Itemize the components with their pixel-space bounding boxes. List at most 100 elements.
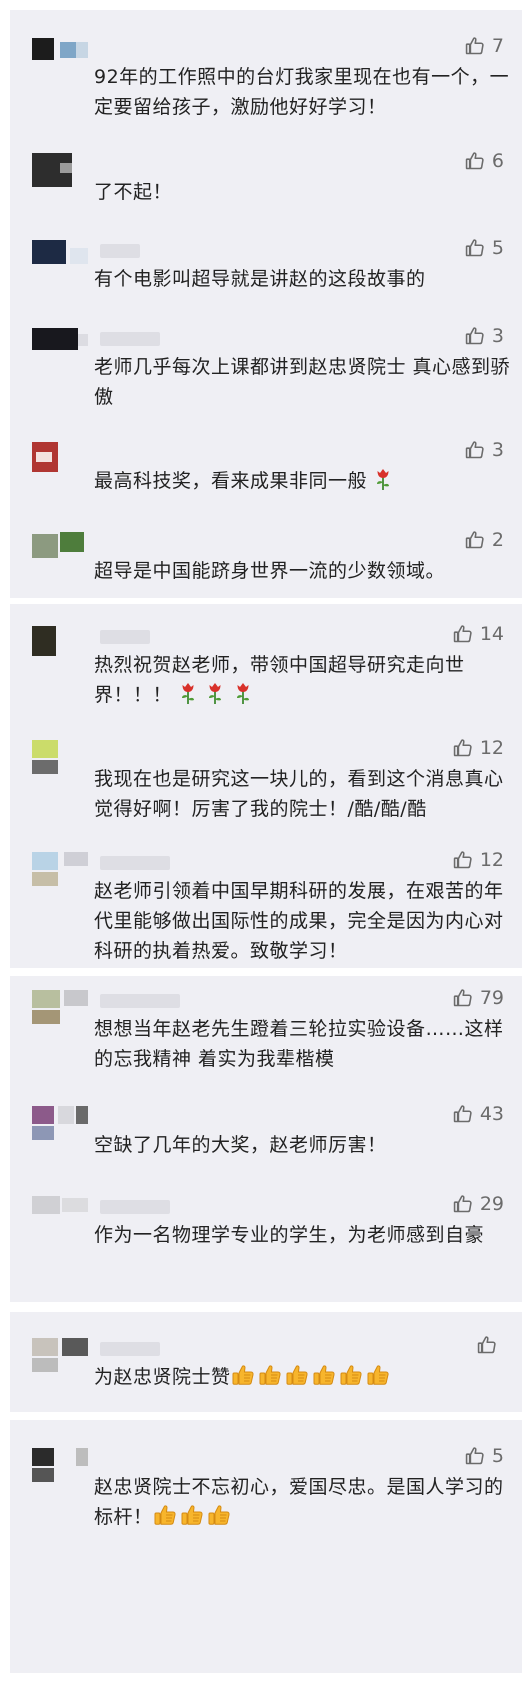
- rose-emoji: [234, 681, 252, 714]
- comment-body: 有个电影叫超导就是讲赵的这段故事的: [94, 268, 426, 290]
- comment-body: 92年的工作照中的台灯我家里现在也有一个，一定要留给孩子，激励他好好学习！: [94, 66, 510, 118]
- thumbs-up-icon: [452, 623, 474, 645]
- comment-text: 热烈祝贺赵老师，带领中国超导研究走向世界！！！: [94, 650, 512, 714]
- avatar[interactable]: [32, 153, 88, 187]
- avatar[interactable]: [32, 532, 88, 566]
- like-count: 6: [491, 150, 504, 172]
- rose-emoji: [374, 467, 392, 500]
- like-button[interactable]: 7: [464, 34, 504, 58]
- comment-text: 我现在也是研究这一块儿的，看到这个消息真心觉得好啊！厉害了我的院士！/酷/酷/酷: [94, 764, 512, 824]
- thumbs-up-emoji: [207, 1503, 231, 1536]
- comment-body: 我现在也是研究这一块儿的，看到这个消息真心觉得好啊！厉害了我的院士！/酷/酷/酷: [94, 768, 504, 820]
- thumbs-up-emoji: [153, 1503, 177, 1536]
- thumbs-up-icon: [464, 1445, 486, 1467]
- comment-group: 5 赵忠贤院士不忘初心，爱国尽忠。是国人学习的标杆！: [10, 1420, 522, 1673]
- comment-body: 最高科技奖，看来成果非同一般: [94, 470, 368, 492]
- thumbs-up-emoji: [231, 1363, 255, 1396]
- avatar[interactable]: [32, 990, 88, 1024]
- comment-text: 老师几乎每次上课都讲到赵忠贤院士 真心感到骄傲: [94, 352, 512, 412]
- comment-text: 有个电影叫超导就是讲赵的这段故事的: [94, 264, 512, 294]
- comment-body: 了不起！: [94, 181, 173, 203]
- thumbs-up-icon: [452, 987, 474, 1009]
- thumbs-up-emoji: [339, 1363, 363, 1396]
- comment-body: 为赵忠贤院士赞: [94, 1366, 231, 1388]
- comment-text: 赵老师引领着中国早期科研的发展，在艰苦的年代里能够做出国际性的成果，完全是因为内…: [94, 876, 512, 966]
- thumbs-up-icon: [452, 1193, 474, 1215]
- like-button[interactable]: 12: [452, 736, 504, 760]
- thumbs-up-icon: [452, 737, 474, 759]
- thumbs-up-emoji: [285, 1363, 309, 1396]
- comment-text: 作为一名物理学专业的学生，为老师感到自豪: [94, 1220, 512, 1250]
- like-count: 14: [479, 623, 504, 645]
- comment-text: 想想当年赵老先生蹬着三轮拉实验设备……这样的忘我精神 着实为我辈楷模: [94, 1014, 512, 1074]
- comment-body: 作为一名物理学专业的学生，为老师感到自豪: [94, 1224, 485, 1246]
- blurred-nickname: [100, 994, 180, 1008]
- comment-body: 老师几乎每次上课都讲到赵忠贤院士 真心感到骄傲: [94, 356, 511, 408]
- blurred-nickname: [100, 856, 170, 870]
- like-button[interactable]: 43: [452, 1102, 504, 1126]
- avatar[interactable]: [32, 442, 88, 476]
- like-button[interactable]: 79: [452, 986, 504, 1010]
- like-button[interactable]: 14: [452, 622, 504, 646]
- thumbs-up-icon: [476, 1334, 498, 1356]
- avatar[interactable]: [32, 1106, 88, 1140]
- like-button[interactable]: 5: [464, 236, 504, 260]
- comment-body: 超导是中国能跻身世界一流的少数领域。: [94, 560, 446, 582]
- like-count: 2: [491, 529, 504, 551]
- avatar[interactable]: [32, 1338, 88, 1372]
- like-count: 29: [479, 1193, 504, 1215]
- thumbs-up-icon: [464, 150, 486, 172]
- thumbs-up-icon: [464, 237, 486, 259]
- comment-body: 赵老师引领着中国早期科研的发展，在艰苦的年代里能够做出国际性的成果，完全是因为内…: [94, 880, 504, 962]
- like-count: 3: [491, 325, 504, 347]
- avatar[interactable]: [32, 1448, 88, 1482]
- thumbs-up-icon: [464, 439, 486, 461]
- avatar[interactable]: [32, 626, 88, 660]
- like-button[interactable]: [476, 1334, 504, 1356]
- like-count: 5: [491, 237, 504, 259]
- comment-group: 14 热烈祝贺赵老师，带领中国超导研究走向世界！！！ 12 我现在也是研究这一块儿的…: [10, 604, 522, 968]
- blurred-nickname: [100, 630, 150, 644]
- like-button[interactable]: 29: [452, 1192, 504, 1216]
- blurred-nickname: [100, 1200, 170, 1214]
- like-button[interactable]: 3: [464, 438, 504, 462]
- thumbs-up-icon: [464, 35, 486, 57]
- comment-group: 为赵忠贤院士赞: [10, 1312, 522, 1412]
- avatar[interactable]: [32, 38, 88, 72]
- thumbs-up-icon: [452, 1103, 474, 1125]
- avatar[interactable]: [32, 240, 88, 274]
- like-button[interactable]: 6: [464, 149, 504, 173]
- like-count: 3: [491, 439, 504, 461]
- comment-text: 超导是中国能跻身世界一流的少数领域。: [94, 556, 512, 586]
- blurred-nickname: [100, 1342, 160, 1356]
- avatar[interactable]: [32, 740, 88, 774]
- thumbs-up-icon: [464, 529, 486, 551]
- comment-body: 想想当年赵老先生蹬着三轮拉实验设备……这样的忘我精神 着实为我辈楷模: [94, 1018, 504, 1070]
- comment-text: 了不起！: [94, 177, 512, 207]
- comment-text: 为赵忠贤院士赞: [94, 1362, 512, 1396]
- thumbs-up-icon: [452, 849, 474, 871]
- like-count: 5: [491, 1445, 504, 1467]
- like-count: 79: [479, 987, 504, 1009]
- comment-text: 最高科技奖，看来成果非同一般: [94, 466, 512, 500]
- avatar[interactable]: [32, 328, 88, 362]
- like-button[interactable]: 2: [464, 528, 504, 552]
- rose-emoji: [206, 681, 224, 714]
- like-count: 43: [479, 1103, 504, 1125]
- comment-text: 赵忠贤院士不忘初心，爱国尽忠。是国人学习的标杆！: [94, 1472, 512, 1536]
- comment-text: 92年的工作照中的台灯我家里现在也有一个，一定要留给孩子，激励他好好学习！: [94, 62, 512, 122]
- like-button[interactable]: 3: [464, 324, 504, 348]
- comment-group: 79 想想当年赵老先生蹬着三轮拉实验设备……这样的忘我精神 着实为我辈楷模 43 空缺…: [10, 976, 522, 1302]
- like-button[interactable]: 5: [464, 1444, 504, 1468]
- blurred-nickname: [100, 332, 160, 346]
- comment-group: 7 92年的工作照中的台灯我家里现在也有一个，一定要留给孩子，激励他好好学习！ 6 了…: [10, 10, 522, 598]
- thumbs-up-emoji: [312, 1363, 336, 1396]
- comment-body: 热烈祝贺赵老师，带领中国超导研究走向世界！！！: [94, 654, 465, 706]
- thumbs-up-emoji: [180, 1503, 204, 1536]
- like-button[interactable]: 12: [452, 848, 504, 872]
- avatar[interactable]: [32, 852, 88, 886]
- like-count: 12: [479, 849, 504, 871]
- avatar[interactable]: [32, 1196, 88, 1230]
- thumbs-up-icon: [464, 325, 486, 347]
- thumbs-up-emoji: [366, 1363, 390, 1396]
